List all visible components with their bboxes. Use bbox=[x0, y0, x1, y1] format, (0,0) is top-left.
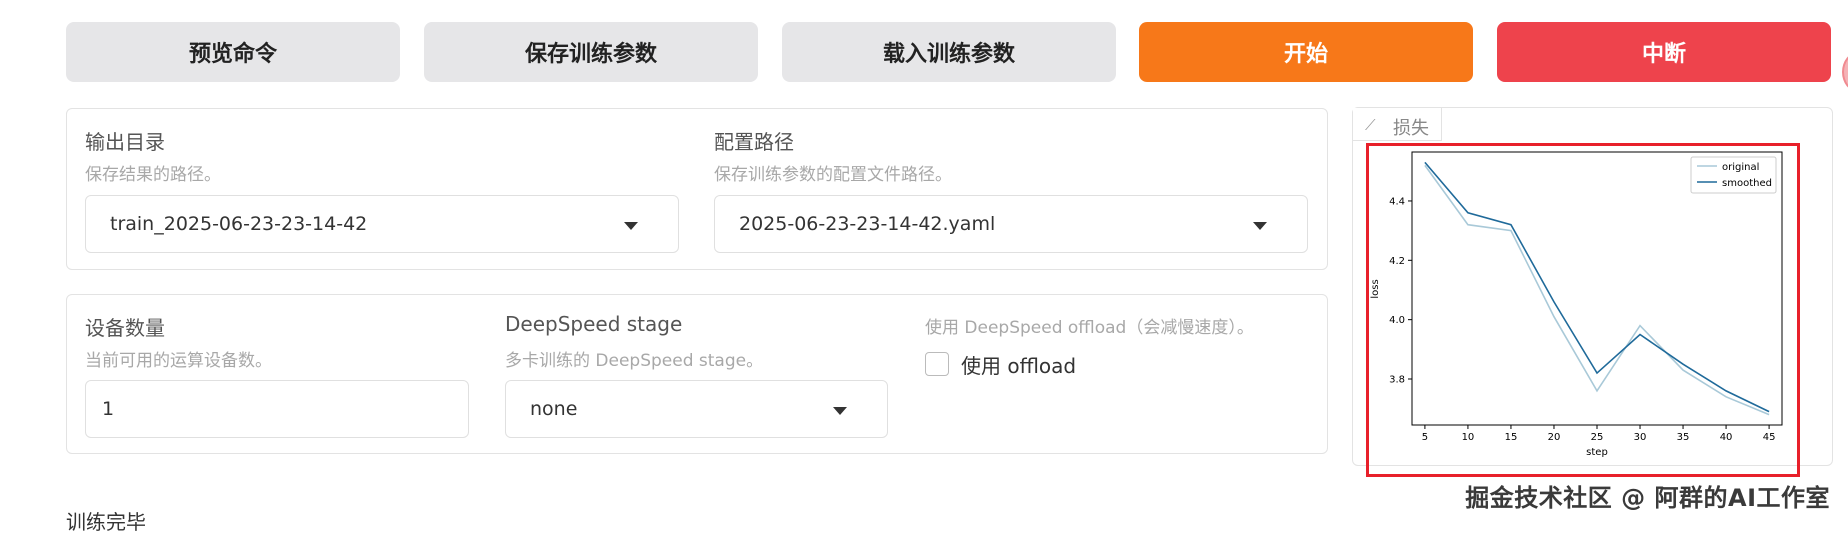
ds-stage-hint: 多卡训练的 DeepSpeed stage。 bbox=[505, 351, 764, 371]
load-params-button[interactable]: 载入训练参数 bbox=[782, 22, 1116, 82]
ds-stage-value: none bbox=[530, 398, 578, 420]
device-count-hint: 当前可用的运算设备数。 bbox=[85, 351, 272, 371]
offload-checkbox-label[interactable]: 使用 offload bbox=[961, 350, 1076, 379]
offload-checkbox[interactable] bbox=[925, 352, 949, 376]
device-count-input[interactable]: 1 bbox=[85, 380, 469, 438]
save-params-button[interactable]: 保存训练参数 bbox=[424, 22, 758, 82]
start-button[interactable]: 开始 bbox=[1139, 22, 1473, 82]
ds-stage-select[interactable]: none bbox=[505, 380, 888, 438]
partial-round-button[interactable] bbox=[1842, 52, 1848, 92]
abort-button[interactable]: 中断 bbox=[1497, 22, 1831, 82]
output-dir-select[interactable]: train_2025-06-23-23-14-42 bbox=[85, 195, 679, 253]
highlight-box bbox=[1366, 143, 1800, 477]
config-path-select[interactable]: 2025-06-23-23-14-42.yaml bbox=[714, 195, 1308, 253]
chevron-down-icon bbox=[624, 222, 638, 230]
ds-stage-label: DeepSpeed stage bbox=[505, 312, 683, 336]
config-path-label: 配置路径 bbox=[714, 130, 794, 154]
tab-loss-label: 损失 bbox=[1393, 118, 1429, 139]
device-count-value: 1 bbox=[102, 398, 115, 420]
chart-icon: ⟋ bbox=[1365, 116, 1376, 134]
config-path-value: 2025-06-23-23-14-42.yaml bbox=[739, 213, 996, 235]
config-path-hint: 保存训练参数的配置文件路径。 bbox=[714, 165, 952, 185]
output-dir-hint: 保存结果的路径。 bbox=[85, 165, 221, 185]
chevron-down-icon bbox=[1253, 222, 1267, 230]
ds-offload-hint: 使用 DeepSpeed offload（会减慢速度）。 bbox=[925, 318, 1254, 338]
watermark-text: 掘金技术社区 @ 阿群的AI工作室 bbox=[1465, 484, 1830, 512]
tab-loss[interactable]: ⟋ 损失 bbox=[1353, 108, 1442, 141]
output-dir-value: train_2025-06-23-23-14-42 bbox=[110, 213, 368, 235]
output-dir-label: 输出目录 bbox=[85, 130, 165, 154]
training-status-text: 训练完毕 bbox=[66, 510, 146, 534]
chevron-down-icon bbox=[833, 407, 847, 415]
device-count-label: 设备数量 bbox=[85, 316, 165, 340]
preview-command-button[interactable]: 预览命令 bbox=[66, 22, 400, 82]
